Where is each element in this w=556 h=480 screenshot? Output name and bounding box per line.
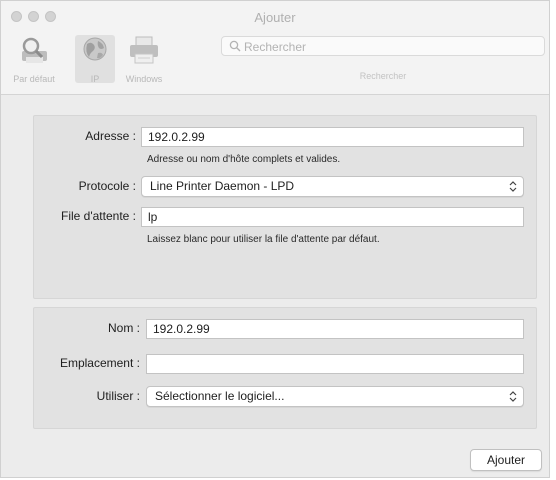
- address-hint: Adresse ou nom d'hôte complets et valide…: [147, 154, 341, 165]
- use-label: Utiliser :: [96, 389, 140, 403]
- queue-label: File d'attente :: [61, 209, 136, 223]
- protocol-value: Line Printer Daemon - LPD: [150, 179, 295, 193]
- location-label: Emplacement :: [59, 356, 140, 370]
- use-value: Sélectionner le logiciel...: [155, 389, 285, 403]
- search-icon: [229, 40, 241, 52]
- name-label: Nom :: [107, 321, 140, 335]
- use-software-popup[interactable]: Sélectionner le logiciel...: [146, 386, 524, 407]
- add-printer-window: Ajouter Par défaut IP Windows Rechercher…: [0, 0, 550, 478]
- toolbar-item-label: Windows: [125, 74, 163, 84]
- toolbar-item-label: Par défaut: [13, 74, 55, 84]
- address-field[interactable]: 192.0.2.99: [141, 127, 524, 147]
- name-field[interactable]: 192.0.2.99: [146, 319, 524, 339]
- queue-field[interactable]: lp: [141, 207, 524, 227]
- search-caption: Rechercher: [359, 71, 407, 81]
- window-title: Ajouter: [254, 10, 296, 25]
- protocol-popup[interactable]: Line Printer Daemon - LPD: [141, 176, 524, 197]
- magnifier-printer-icon: [22, 37, 47, 63]
- chevron-up-down-icon: [509, 391, 517, 402]
- queue-hint: Laissez blanc pour utiliser la file d'at…: [147, 234, 380, 245]
- toolbar-area: Ajouter Par défaut IP Windows Rechercher…: [1, 1, 549, 95]
- add-button[interactable]: Ajouter: [470, 449, 542, 471]
- toolbar-item-ip[interactable]: IP: [75, 35, 115, 84]
- printer-icon: [130, 36, 158, 64]
- protocol-label: Protocole :: [78, 179, 136, 193]
- search-field[interactable]: Rechercher: [221, 36, 545, 56]
- search-placeholder: Rechercher: [244, 40, 307, 54]
- connection-panel: Adresse : 192.0.2.99 Adresse ou nom d'hô…: [33, 115, 537, 299]
- toolbar-item-windows[interactable]: Windows: [119, 35, 169, 84]
- location-field[interactable]: [146, 354, 524, 374]
- details-panel: Nom : 192.0.2.99 Emplacement : Utiliser …: [33, 307, 537, 429]
- chevron-up-down-icon: [509, 181, 517, 192]
- globe-icon: [83, 37, 107, 61]
- address-label: Adresse :: [85, 129, 136, 143]
- toolbar-item-label: IP: [90, 74, 100, 84]
- toolbar-item-default[interactable]: Par défaut: [7, 35, 61, 84]
